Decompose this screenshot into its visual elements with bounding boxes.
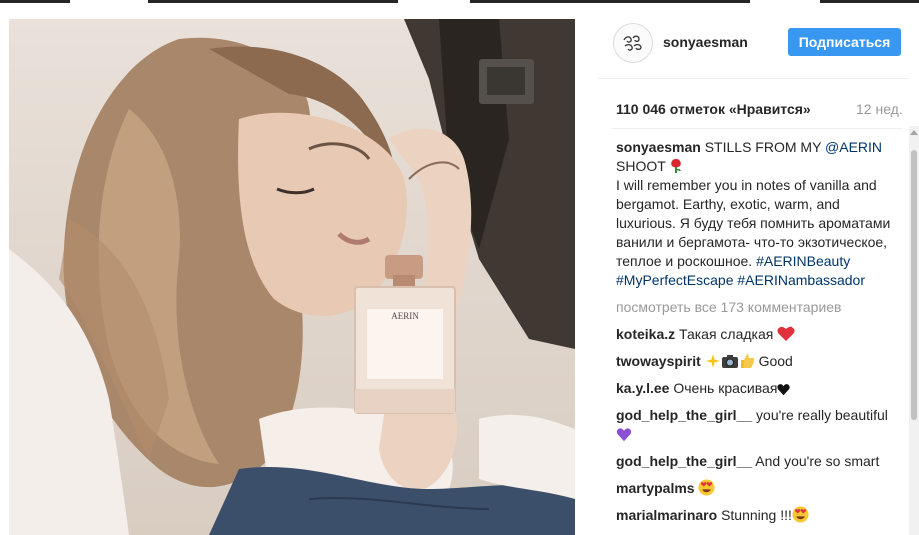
heart-eyes-emoji <box>698 479 716 496</box>
comments-list: sonyaesman STILLS FROM MY @AERIN SHOOT I… <box>616 138 894 535</box>
top-edge-bar <box>0 0 919 3</box>
comment-item: twowayspirit Good <box>616 352 894 371</box>
comment-username[interactable]: god_help_the_girl__ <box>616 453 752 469</box>
comment-item: koteika.z Такая сладкая <box>616 325 894 344</box>
avatar-logo <box>623 35 642 51</box>
comment-text: Такая сладкая <box>679 326 778 342</box>
thumbs-up-emoji <box>740 354 754 368</box>
mention-link[interactable]: @AERIN <box>825 139 882 155</box>
likes-count[interactable]: 110 046 отметок «Нравится» <box>616 101 811 117</box>
comment-text: Stunning !!! <box>721 507 792 523</box>
scrollbar-thumb[interactable] <box>911 150 917 420</box>
comment-username[interactable]: twowayspirit <box>616 353 701 369</box>
rose-emoji <box>671 159 682 173</box>
camera-emoji <box>721 355 738 368</box>
comment-username[interactable]: god_help_the_girl__ <box>616 407 752 423</box>
header-divider <box>598 78 909 79</box>
black-heart-emoji <box>777 384 791 396</box>
comments-scrollbar[interactable] <box>909 126 919 535</box>
purple-heart-emoji <box>616 428 632 442</box>
comment-item: martypalms <box>616 479 894 498</box>
hashtag-myperfectescape[interactable]: #MyPerfectEscape <box>616 272 734 288</box>
comment-username[interactable]: martypalms <box>616 480 695 496</box>
photo-illustration: AERIN <box>9 19 575 535</box>
post-author-username[interactable]: sonyaesman <box>663 34 748 50</box>
scroll-up-arrow-icon[interactable] <box>910 130 918 135</box>
comment-item: god_help_the_girl__ And you're so smart <box>616 452 894 471</box>
heart-eyes-emoji <box>792 506 809 523</box>
comment-text: Очень красивая <box>673 380 778 396</box>
bottle-label: AERIN <box>391 311 419 321</box>
comment-text: you're really beautiful <box>756 407 888 423</box>
comment-username[interactable]: marialmarinaro <box>616 507 717 523</box>
comment-item: ka.y.l.ee Очень красивая <box>616 379 894 398</box>
comment-item: god_help_the_girl__ you're really beauti… <box>616 406 894 444</box>
comment-item: marialmarinaro Stunning !!! <box>616 506 894 525</box>
hashtag-aerinambassador[interactable]: #AERINambassador <box>737 272 865 288</box>
sparkles-emoji <box>705 354 720 368</box>
hashtag-aerinbeauty[interactable]: #AERINBeauty <box>756 253 850 269</box>
comment-text: And you're so smart <box>755 453 880 469</box>
comment-username[interactable]: ka.y.l.ee <box>616 380 669 396</box>
heart-emoji <box>777 326 795 341</box>
post-caption: sonyaesman STILLS FROM MY @AERIN SHOOT I… <box>616 139 891 288</box>
comment-text: Good <box>754 353 793 369</box>
post-photo[interactable]: AERIN <box>9 19 575 535</box>
follow-button[interactable]: Подписаться <box>788 28 901 56</box>
caption-username[interactable]: sonyaesman <box>616 139 701 155</box>
avatar[interactable] <box>613 23 653 63</box>
likes-divider <box>612 128 902 129</box>
comment-username[interactable]: koteika.z <box>616 326 675 342</box>
post-time[interactable]: 12 нед. <box>856 101 903 117</box>
view-all-comments-link[interactable]: посмотреть все 173 комментариев <box>616 298 894 317</box>
